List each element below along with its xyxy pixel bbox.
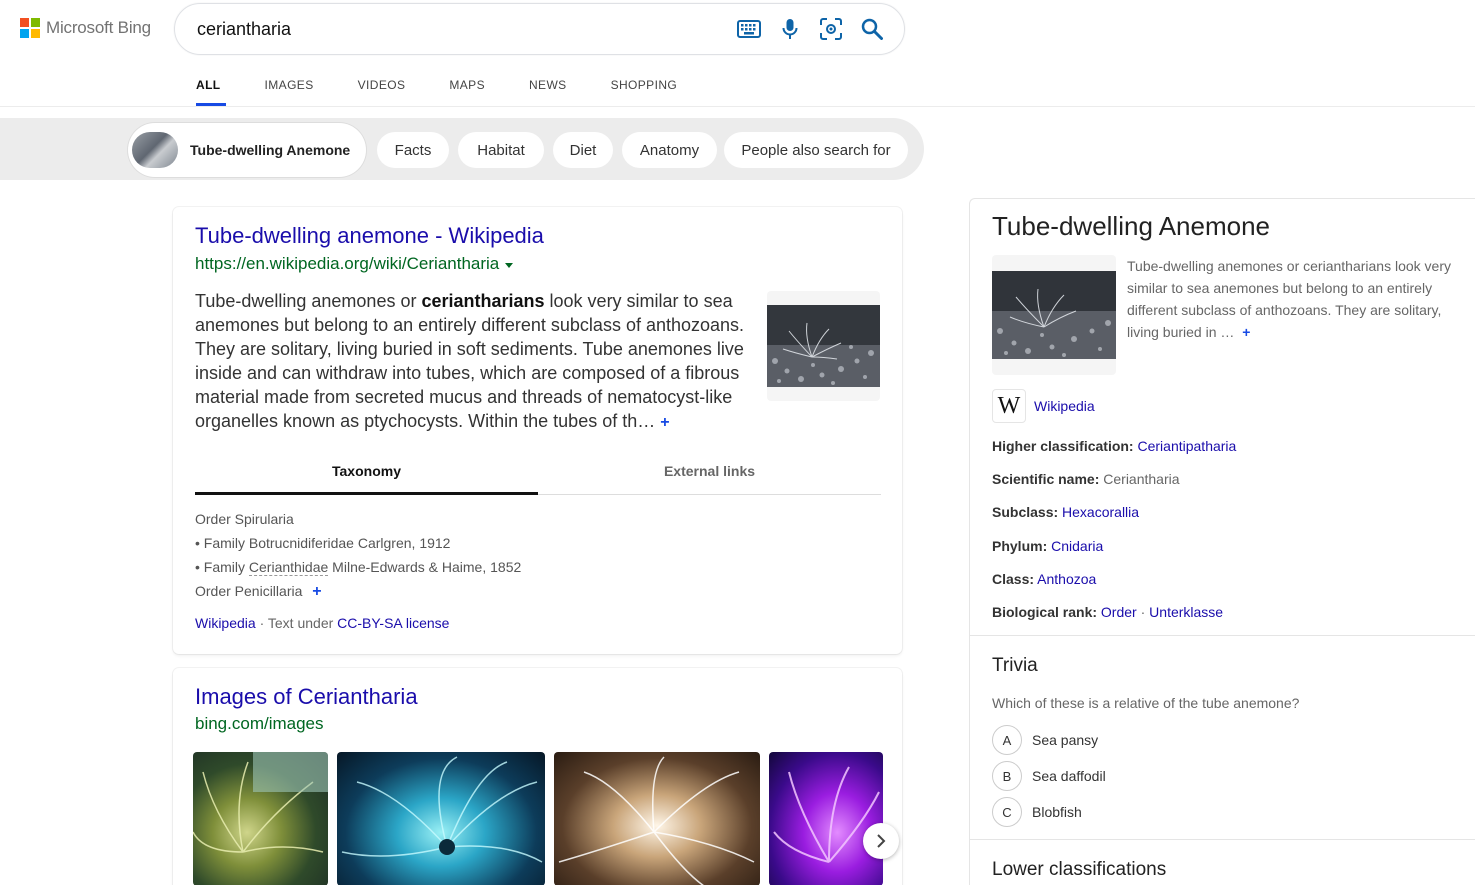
tab-shopping[interactable]: SHOPPING — [589, 66, 700, 106]
chip-people-also-search[interactable]: People also search for — [724, 132, 908, 168]
result-thumbnail[interactable] — [767, 291, 880, 401]
list-item: Order Spirularia — [195, 511, 294, 527]
tab-images[interactable]: IMAGES — [243, 66, 336, 106]
list-item: • Family Cerianthidae Milne-Edwards & Ha… — [195, 559, 522, 576]
image-thumbnail[interactable] — [769, 752, 883, 885]
license-link[interactable]: CC-BY-SA license — [337, 615, 449, 631]
result-snippet: Tube-dwelling anemones or ceriantharians… — [195, 291, 745, 431]
result-url: https://en.wikipedia.org/wiki/Cerianthar… — [195, 254, 514, 274]
attribution: Wikipedia · Text under CC-BY-SA license — [195, 615, 450, 631]
trivia-option-a[interactable]: A Sea pansy — [992, 725, 1098, 755]
trivia-question: Which of these is a relative of the tube… — [992, 695, 1300, 711]
scope-nav: ALL IMAGES VIDEOS MAPS NEWS SHOPPING — [174, 66, 699, 106]
fact-phylum: Phylum: Cnidaria — [992, 538, 1104, 554]
lower-classifications-heading: Lower classifications — [992, 859, 1167, 880]
attribution-source-link[interactable]: Wikipedia — [195, 615, 256, 631]
panel-divider — [970, 635, 1475, 636]
chip-label: Tube-dwelling Anemone — [190, 142, 351, 158]
image-strip — [193, 752, 883, 885]
fact-class: Class: Anthozoa — [992, 571, 1097, 587]
fact-biological-rank: Biological rank: Order · Unterklasse — [992, 604, 1224, 620]
chip-tube-dwelling-anemone[interactable]: Tube-dwelling Anemone — [128, 123, 367, 177]
tab-external-links[interactable]: External links — [538, 457, 881, 494]
microphone-icon[interactable] — [769, 9, 810, 49]
panel-source-link[interactable]: Wikipedia — [1034, 398, 1095, 414]
tab-maps[interactable]: MAPS — [427, 66, 507, 106]
expand-plus-icon[interactable]: + — [660, 414, 669, 431]
image-thumbnail[interactable] — [193, 752, 328, 885]
tab-news[interactable]: NEWS — [507, 66, 589, 106]
result-url-text: https://en.wikipedia.org/wiki/Cerianthar… — [195, 254, 500, 273]
wikipedia-logo-icon: W — [992, 389, 1026, 423]
chip-thumbnail — [132, 132, 178, 168]
trivia-option-b[interactable]: B Sea daffodil — [992, 761, 1106, 791]
result-title[interactable]: Tube-dwelling anemone - Wikipedia — [195, 223, 544, 249]
keyboard-icon[interactable] — [728, 9, 769, 49]
chevron-right-icon — [877, 834, 886, 848]
brand-name: Microsoft Bing — [46, 18, 151, 37]
image-thumbnail[interactable] — [337, 752, 545, 885]
images-title[interactable]: Images of Ceriantharia — [195, 684, 418, 710]
visual-search-icon[interactable] — [810, 9, 851, 49]
panel-source: W Wikipedia — [992, 389, 1095, 423]
panel-image[interactable] — [992, 255, 1116, 375]
tab-videos[interactable]: VIDEOS — [336, 66, 428, 106]
fact-higher-classification: Higher classification: Ceriantipatharia — [992, 438, 1237, 454]
trivia-option-c[interactable]: C Blobfish — [992, 797, 1082, 827]
expand-plus-icon[interactable]: + — [1242, 324, 1250, 340]
bing-logo[interactable]: Microsoft Bing — [20, 18, 151, 38]
fact-subclass: Subclass: Hexacorallia — [992, 504, 1140, 520]
images-url: bing.com/images — [195, 714, 324, 733]
expand-plus-icon[interactable]: + — [312, 583, 321, 600]
caret-down-icon[interactable] — [505, 262, 514, 268]
tab-taxonomy[interactable]: Taxonomy — [195, 457, 538, 495]
trivia-heading: Trivia — [992, 655, 1038, 676]
image-thumbnail[interactable] — [554, 752, 760, 885]
result-tabs: Taxonomy External links — [195, 457, 881, 495]
list-item: Order Penicillaria + — [195, 583, 322, 600]
search-box — [174, 3, 905, 55]
chip-anatomy[interactable]: Anatomy — [622, 132, 717, 168]
images-result-card: Images of Ceriantharia bing.com/images — [173, 668, 902, 885]
carousel-next-button[interactable] — [863, 823, 899, 859]
chip-diet[interactable]: Diet — [553, 132, 613, 168]
search-input[interactable] — [197, 18, 728, 40]
microsoft-logo-icon — [20, 18, 40, 38]
wikipedia-result-card: Tube-dwelling anemone - Wikipedia https:… — [173, 207, 902, 654]
chip-facts[interactable]: Facts — [377, 132, 449, 168]
panel-divider — [970, 839, 1475, 840]
tab-all[interactable]: ALL — [174, 66, 243, 106]
panel-title: Tube-dwelling Anemone — [992, 211, 1270, 241]
chip-habitat[interactable]: Habitat — [458, 132, 544, 168]
entity-chip-bar: Tube-dwelling Anemone Facts Habitat Diet… — [0, 118, 924, 180]
header-divider — [0, 106, 1475, 107]
knowledge-panel: Tube-dwelling Anemone Tube-dwelling anem… — [969, 198, 1475, 885]
panel-description: Tube-dwelling anemones or ceriantharians… — [1127, 258, 1451, 340]
taxonomy-list: Order Spirularia • Family Botrucnidiferi… — [195, 507, 521, 604]
fact-scientific-name: Scientific name: Ceriantharia — [992, 471, 1180, 487]
list-item: • Family Botrucnidiferidae Carlgren, 191… — [195, 535, 451, 551]
search-icon[interactable] — [851, 9, 892, 49]
